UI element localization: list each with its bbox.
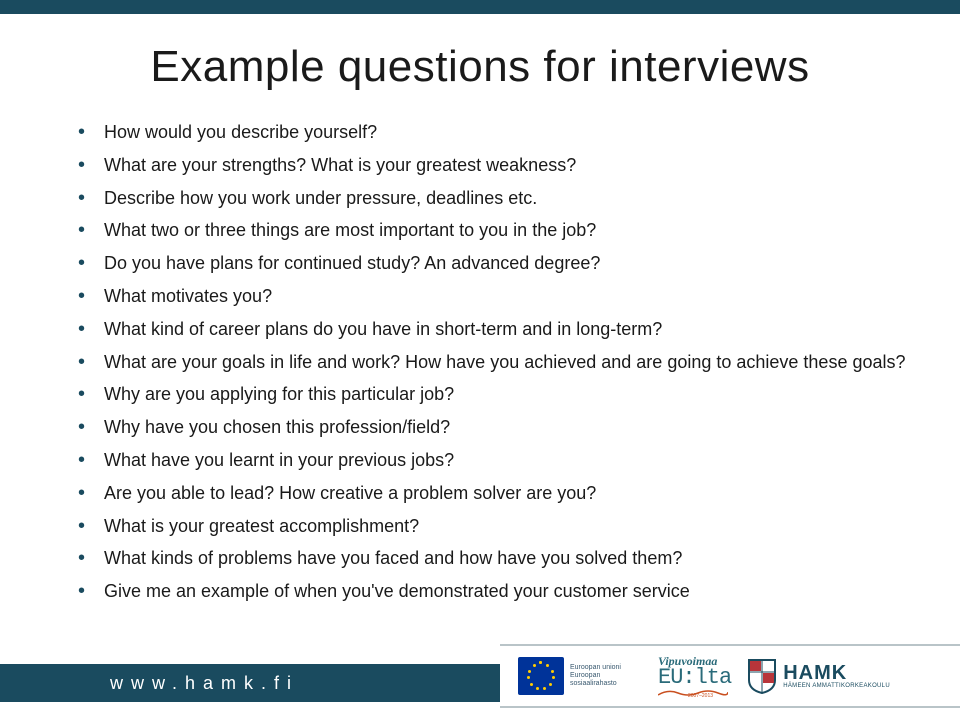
eu-caption-line2: Euroopan sosiaalirahasto (570, 672, 642, 687)
list-item: What motivates you? (78, 284, 910, 308)
footer-logos: Euroopan unioni Euroopan sosiaalirahasto… (518, 650, 948, 702)
list-item: What kind of career plans do you have in… (78, 317, 910, 341)
list-item: What have you learnt in your previous jo… (78, 448, 910, 472)
hamk-shield-icon (747, 658, 777, 694)
hamk-subtitle: HÄMEEN AMMATTIKORKEAKOULU (783, 683, 890, 689)
hamk-text-block: HAMK HÄMEEN AMMATTIKORKEAKOULU (783, 663, 890, 689)
list-item: Are you able to lead? How creative a pro… (78, 481, 910, 505)
list-item: Do you have plans for continued study? A… (78, 251, 910, 275)
list-item: Why are you applying for this particular… (78, 382, 910, 406)
eu-flag-icon (518, 657, 564, 695)
slide-content: Example questions for interviews How wou… (0, 14, 960, 644)
vipu-wave-icon: 2007–2013 (658, 689, 728, 697)
eu-caption-line1: Euroopan unioni (570, 664, 642, 672)
hamk-name: HAMK (783, 663, 890, 683)
top-accent-bar (0, 0, 960, 14)
list-item: Describe how you work under pressure, de… (78, 186, 910, 210)
list-item: What kinds of problems have you faced an… (78, 546, 910, 570)
footer-divider-top (500, 644, 960, 646)
list-item: What are your strengths? What is your gr… (78, 153, 910, 177)
list-item: Why have you chosen this profession/fiel… (78, 415, 910, 439)
eu-caption: Euroopan unioni Euroopan sosiaalirahasto (570, 664, 642, 687)
list-item: How would you describe yourself? (78, 120, 910, 144)
footer-url-bar: www.hamk.fi (0, 664, 500, 702)
eu-logo-block: Euroopan unioni Euroopan sosiaalirahasto (518, 657, 642, 695)
slide-footer: www.hamk.fi (0, 644, 960, 720)
vipuvoimaa-logo: Vipuvoimaa EU:lta 2007–2013 (658, 655, 731, 697)
list-item: What two or three things are most import… (78, 218, 910, 242)
vipu-years: 2007–2013 (688, 693, 713, 697)
list-item: What is your greatest accomplishment? (78, 514, 910, 538)
vipu-main-text: EU:lta (658, 667, 731, 689)
slide-title: Example questions for interviews (50, 42, 910, 92)
footer-url: www.hamk.fi (110, 673, 299, 694)
list-item: What are your goals in life and work? Ho… (78, 350, 910, 374)
hamk-logo: HAMK HÄMEEN AMMATTIKORKEAKOULU (747, 658, 890, 694)
list-item: Give me an example of when you've demons… (78, 579, 910, 603)
footer-divider-bottom (500, 706, 960, 708)
question-list: How would you describe yourself? What ar… (50, 120, 910, 603)
